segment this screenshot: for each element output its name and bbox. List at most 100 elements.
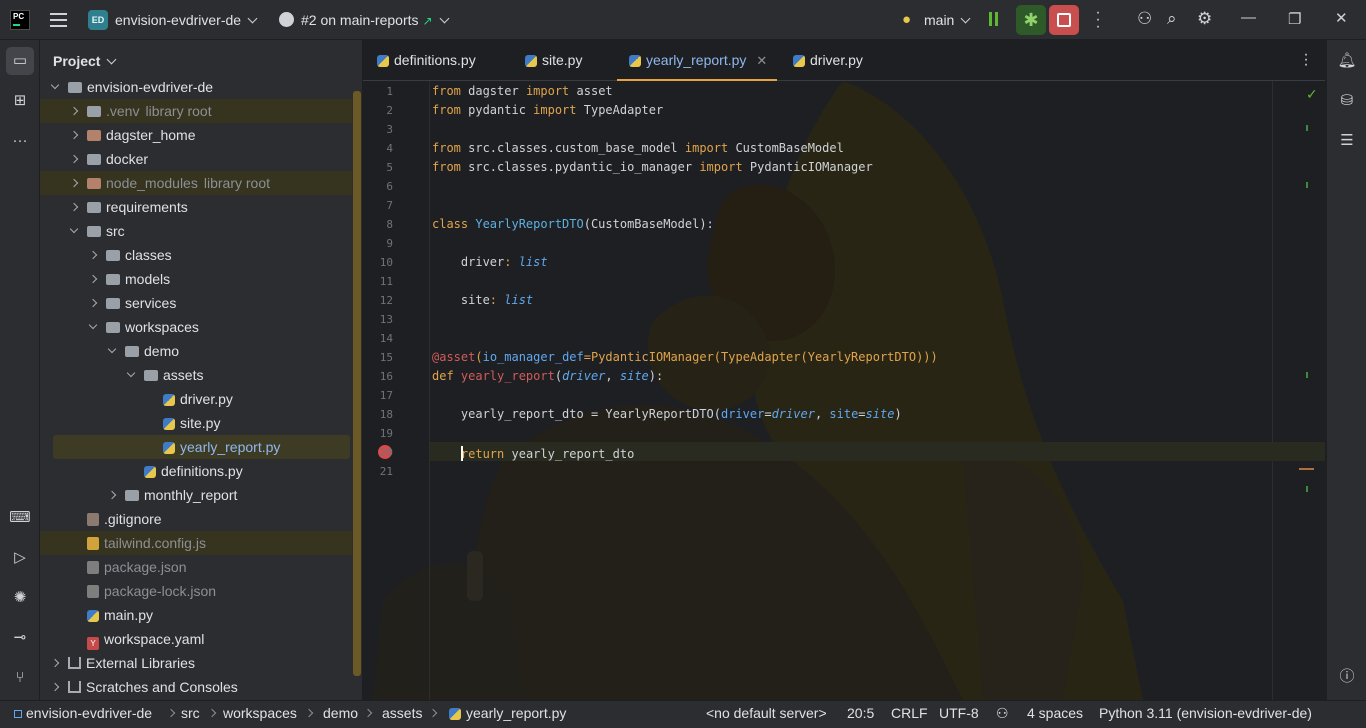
chevron-down-icon[interactable]	[88, 320, 98, 330]
tree-item[interactable]: node_modules library root	[40, 171, 352, 195]
branch-selector[interactable]: main	[924, 12, 971, 28]
tree-item[interactable]: .gitignore	[40, 507, 352, 531]
tree-item[interactable]: package-lock.json	[40, 579, 352, 603]
pycharm-logo-icon[interactable]: PC	[10, 10, 30, 30]
tree-item[interactable]: assets	[40, 363, 352, 387]
tree-item[interactable]: classes	[40, 243, 352, 267]
tab-yearly-report[interactable]: yearly_report.py ✕	[617, 40, 778, 81]
indent-setting[interactable]: 4 spaces	[1027, 705, 1083, 721]
services-icon[interactable]: ☰	[1337, 131, 1357, 151]
line-number[interactable]: 13	[363, 310, 393, 329]
line-number[interactable]: 8	[363, 215, 393, 234]
chevron-down-icon[interactable]	[126, 368, 136, 378]
chevron-right-icon[interactable]	[50, 682, 60, 692]
tree-item[interactable]: main.py	[40, 603, 352, 627]
chevron-down-icon[interactable]	[69, 224, 79, 234]
line-number[interactable]: 16	[363, 367, 393, 386]
minimize-icon[interactable]: —	[1241, 9, 1256, 26]
search-icon[interactable]: ⌕	[1167, 9, 1177, 29]
chevron-right-icon[interactable]	[69, 130, 79, 140]
breadcrumb-project[interactable]: envision-evdriver-de	[14, 705, 152, 721]
chevron-down-icon[interactable]	[50, 80, 60, 90]
tree-item[interactable]: External Libraries	[40, 651, 352, 675]
tab-options-icon[interactable]: · · ·	[1301, 47, 1311, 73]
line-number[interactable]: 18	[363, 405, 393, 424]
project-selector[interactable]: envision-evdriver-de	[115, 12, 258, 28]
tab-site[interactable]: site.py	[525, 40, 582, 81]
breadcrumb-src[interactable]: src	[181, 705, 200, 721]
debug-icon[interactable]: ✺	[6, 584, 34, 612]
line-number[interactable]: 2	[363, 101, 393, 120]
breadcrumb-demo[interactable]: demo	[323, 705, 358, 721]
tree-item[interactable]: src	[40, 219, 352, 243]
line-number[interactable]: 14	[363, 329, 393, 348]
close-window-icon[interactable]: ✕	[1335, 9, 1348, 27]
more-tools-icon[interactable]: ···	[6, 127, 34, 155]
restore-icon[interactable]: ❐	[1288, 10, 1301, 28]
chevron-right-icon[interactable]	[88, 250, 98, 260]
tree-item[interactable]: envision-evdriver-de	[40, 75, 352, 99]
line-separator[interactable]: CRLF	[891, 705, 928, 721]
add-user-icon[interactable]: ⚇	[1137, 9, 1152, 29]
line-number[interactable]: 9	[363, 234, 393, 253]
tab-driver[interactable]: driver.py	[793, 40, 863, 81]
line-number[interactable]: 21	[363, 462, 393, 481]
tree-item[interactable]: tailwind.config.js	[40, 531, 352, 555]
tree-item[interactable]: yearly_report.py	[53, 435, 350, 459]
code-editor[interactable]: 1 2 3 4 5 6 7 8 9 10 11 12 13 14 15 16 17 18 19 20 21 from d…	[363, 81, 1325, 700]
notifications-bell-icon[interactable]: 🔔︎	[1337, 51, 1357, 71]
line-number[interactable]: 20	[363, 443, 393, 462]
breadcrumb-file[interactable]: yearly_report.py	[449, 705, 566, 721]
gear-icon[interactable]: ⚙	[1197, 9, 1212, 29]
tree-item[interactable]: site.py	[40, 411, 352, 435]
caret-position[interactable]: 20:5	[847, 705, 874, 721]
tab-definitions[interactable]: definitions.py	[377, 40, 476, 81]
tree-item[interactable]: models	[40, 267, 352, 291]
line-number[interactable]: 7	[363, 196, 393, 215]
breadcrumb-assets[interactable]: assets	[382, 705, 422, 721]
chevron-right-icon[interactable]	[88, 274, 98, 284]
chevron-down-icon[interactable]	[107, 344, 117, 354]
tree-item[interactable]: workspaces	[40, 315, 352, 339]
tree-item[interactable]: services	[40, 291, 352, 315]
tree-item[interactable]: .venv library root	[40, 99, 352, 123]
structure-icon[interactable]: ⊞	[6, 87, 34, 115]
no-problems-check-icon[interactable]: ✓	[1306, 86, 1318, 103]
run-icon[interactable]: ▷	[6, 544, 34, 572]
more-actions-icon[interactable]: · · ·	[1092, 5, 1104, 35]
line-number[interactable]: 19	[363, 424, 393, 443]
project-scrollbar[interactable]	[353, 91, 361, 676]
tree-item[interactable]: Yworkspace.yaml	[40, 627, 352, 651]
tree-item[interactable]: docker	[40, 147, 352, 171]
chevron-right-icon[interactable]	[69, 202, 79, 212]
tree-item[interactable]: Scratches and Consoles	[40, 675, 352, 699]
tree-item[interactable]: requirements	[40, 195, 352, 219]
tree-item[interactable]: definitions.py	[40, 459, 352, 483]
line-number[interactable]: 3	[363, 120, 393, 139]
tree-item[interactable]: driver.py	[40, 387, 352, 411]
chevron-right-icon[interactable]	[50, 658, 60, 668]
line-number[interactable]: 12	[363, 291, 393, 310]
project-view-selector[interactable]: Project	[53, 53, 117, 69]
python-interpreter[interactable]: Python 3.11 (envision-evdriver-de)	[1099, 705, 1312, 721]
chevron-right-icon[interactable]	[69, 178, 79, 188]
tree-item[interactable]: monthly_report	[40, 483, 352, 507]
tree-item[interactable]: package.json	[40, 555, 352, 579]
chevron-right-icon[interactable]	[88, 298, 98, 308]
terminal-icon[interactable]: ⌨	[6, 504, 34, 532]
line-number[interactable]: 11	[363, 272, 393, 291]
main-menu-icon[interactable]	[50, 13, 67, 27]
line-number[interactable]: 4	[363, 139, 393, 158]
chevron-right-icon[interactable]	[69, 106, 79, 116]
chevron-right-icon[interactable]	[107, 490, 117, 500]
ai-assistant-icon[interactable]: ⚇	[996, 705, 1009, 722]
problems-alert-icon[interactable]: ⓘ	[1337, 667, 1357, 687]
pull-request-selector[interactable]: #2 on main-reports ↗	[301, 12, 450, 28]
stop-button[interactable]	[1049, 5, 1079, 35]
database-icon[interactable]: ⛁	[1337, 91, 1357, 111]
line-number[interactable]: 10	[363, 253, 393, 272]
commit-icon[interactable]: ⊸	[6, 624, 34, 652]
project-folder-icon[interactable]: ▭	[6, 47, 34, 75]
server-selector[interactable]: <no default server>	[706, 705, 827, 721]
line-number[interactable]: 1	[363, 82, 393, 101]
